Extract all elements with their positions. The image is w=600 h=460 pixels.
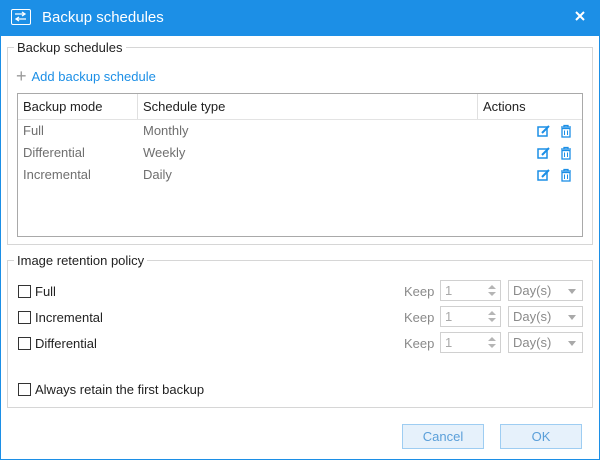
stepper-value: 1 [445, 309, 453, 324]
unit-select-value: Day(s) [513, 335, 552, 350]
unit-select-value: Day(s) [513, 309, 552, 324]
stepper-value: 1 [445, 335, 453, 350]
retention-full-row: Full [18, 282, 56, 300]
retention-differential-row: Differential [18, 334, 97, 352]
retention-incremental-count-stepper[interactable]: 1 [440, 306, 501, 327]
table-row[interactable]: Differential Weekly [18, 142, 582, 164]
retention-differential-count-stepper[interactable]: 1 [440, 332, 501, 353]
schedule-type-cell: Monthly [143, 123, 189, 138]
table-row[interactable]: Incremental Daily [18, 164, 582, 186]
chevron-down-icon [568, 341, 576, 346]
retention-incremental-unit-select[interactable]: Day(s) [508, 306, 583, 327]
always-retain-checkbox[interactable] [18, 382, 31, 396]
retention-incremental-checkbox[interactable] [18, 310, 31, 324]
retention-full-checkbox[interactable] [18, 284, 31, 298]
chevron-down-icon [568, 315, 576, 320]
delete-icon[interactable] [559, 124, 573, 138]
title-bar: Backup schedules [0, 0, 600, 36]
unit-select-value: Day(s) [513, 283, 552, 298]
table-row[interactable]: Full Monthly [18, 120, 582, 142]
keep-label: Keep [404, 310, 435, 325]
retention-full-unit-select[interactable]: Day(s) [508, 280, 583, 301]
retention-full-count-stepper[interactable]: 1 [440, 280, 501, 301]
add-backup-schedule-label: Add backup schedule [31, 69, 156, 84]
edit-icon[interactable] [537, 168, 551, 182]
retention-incremental-label: Incremental [35, 309, 103, 325]
backup-mode-cell: Full [23, 123, 44, 138]
stepper-arrows-icon[interactable] [487, 335, 497, 350]
keep-label: Keep [404, 336, 435, 351]
chevron-down-icon [568, 289, 576, 294]
cancel-button[interactable]: Cancel [402, 424, 484, 449]
delete-icon[interactable] [559, 146, 573, 160]
window-title: Backup schedules [42, 9, 164, 26]
schedule-type-cell: Weekly [143, 145, 186, 160]
ok-button[interactable]: OK [500, 424, 582, 449]
retention-full-label: Full [35, 283, 56, 299]
column-header-actions[interactable]: Actions [478, 94, 582, 119]
table-header: Backup mode Schedule type Actions [18, 94, 582, 120]
retention-incremental-row: Incremental [18, 308, 103, 326]
column-header-backup-mode[interactable]: Backup mode [18, 94, 138, 119]
always-retain-label: Always retain the first backup [35, 381, 205, 397]
schedule-type-cell: Daily [143, 167, 172, 182]
keep-label: Keep [404, 284, 435, 299]
plus-icon: + [16, 66, 27, 86]
edit-icon[interactable] [537, 146, 551, 160]
close-icon[interactable] [572, 8, 588, 24]
app-icon [11, 9, 31, 25]
retention-differential-unit-select[interactable]: Day(s) [508, 332, 583, 353]
backup-mode-cell: Differential [23, 145, 85, 160]
retention-differential-checkbox[interactable] [18, 336, 31, 350]
always-retain-row: Always retain the first backup [18, 380, 204, 398]
retention-policy-legend: Image retention policy [17, 253, 145, 268]
add-backup-schedule-link[interactable]: + Add backup schedule [16, 66, 156, 86]
stepper-arrows-icon[interactable] [487, 283, 497, 298]
stepper-value: 1 [445, 283, 453, 298]
column-header-schedule-type[interactable]: Schedule type [138, 94, 478, 119]
schedules-table: Backup mode Schedule type Actions Full M… [17, 93, 583, 237]
retention-differential-label: Differential [35, 335, 97, 351]
delete-icon[interactable] [559, 168, 573, 182]
backup-mode-cell: Incremental [23, 167, 91, 182]
backup-schedules-legend: Backup schedules [17, 40, 123, 55]
stepper-arrows-icon[interactable] [487, 309, 497, 324]
edit-icon[interactable] [537, 124, 551, 138]
